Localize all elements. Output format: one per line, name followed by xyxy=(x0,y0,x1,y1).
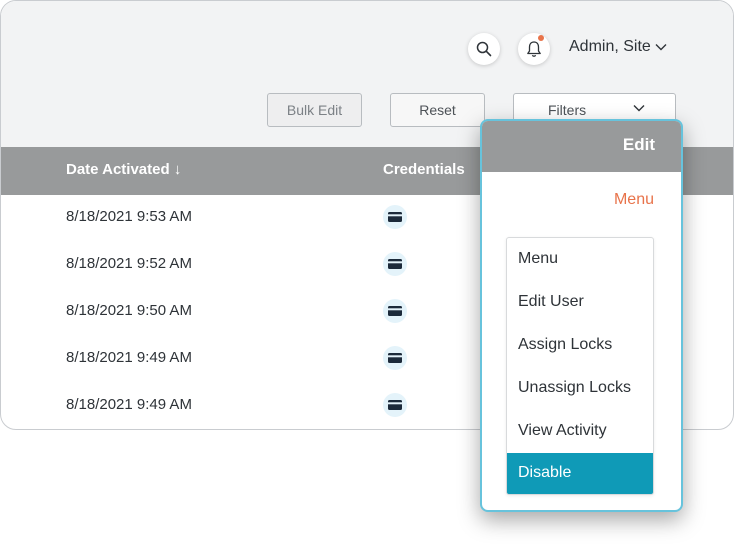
column-date-activated[interactable]: Date Activated ↓ xyxy=(66,161,181,178)
menu-item-assign-locks[interactable]: Assign Locks xyxy=(507,324,653,367)
search-icon xyxy=(476,41,492,57)
menu-item-unassign-locks[interactable]: Unassign Locks xyxy=(507,367,653,410)
date-cell: 8/18/2021 9:50 AM xyxy=(66,302,192,319)
date-cell: 8/18/2021 9:49 AM xyxy=(66,396,192,413)
card-icon xyxy=(383,393,407,417)
card-icon xyxy=(383,346,407,370)
menu-item-disable[interactable]: Disable xyxy=(507,453,653,494)
notification-dot xyxy=(538,35,544,41)
menu-item-view-activity[interactable]: View Activity xyxy=(507,410,653,453)
action-menu: Menu Edit User Assign Locks Unassign Loc… xyxy=(506,237,654,495)
search-button[interactable] xyxy=(468,33,500,65)
reset-button[interactable]: Reset xyxy=(390,93,485,127)
user-menu[interactable]: Admin, Site xyxy=(569,38,667,56)
column-credentials[interactable]: Credentials xyxy=(383,161,465,178)
popup-title: Edit xyxy=(482,121,681,172)
card-icon xyxy=(383,252,407,276)
chevron-down-icon xyxy=(633,105,645,112)
bell-icon xyxy=(527,41,541,57)
menu-item-menu[interactable]: Menu xyxy=(507,238,653,281)
date-cell: 8/18/2021 9:53 AM xyxy=(66,208,192,225)
notifications-button[interactable] xyxy=(518,33,550,65)
bulk-edit-button[interactable]: Bulk Edit xyxy=(267,93,362,127)
filters-label: Filters xyxy=(548,102,587,118)
user-name: Admin, Site xyxy=(569,38,651,55)
date-cell: 8/18/2021 9:52 AM xyxy=(66,255,192,272)
chevron-down-icon xyxy=(655,44,667,51)
card-icon xyxy=(383,205,407,229)
menu-link[interactable]: Menu xyxy=(614,191,654,209)
menu-item-edit-user[interactable]: Edit User xyxy=(507,281,653,324)
date-cell: 8/18/2021 9:49 AM xyxy=(66,349,192,366)
edit-popup: Edit Menu Menu Edit User Assign Locks Un… xyxy=(480,119,683,512)
card-icon xyxy=(383,299,407,323)
